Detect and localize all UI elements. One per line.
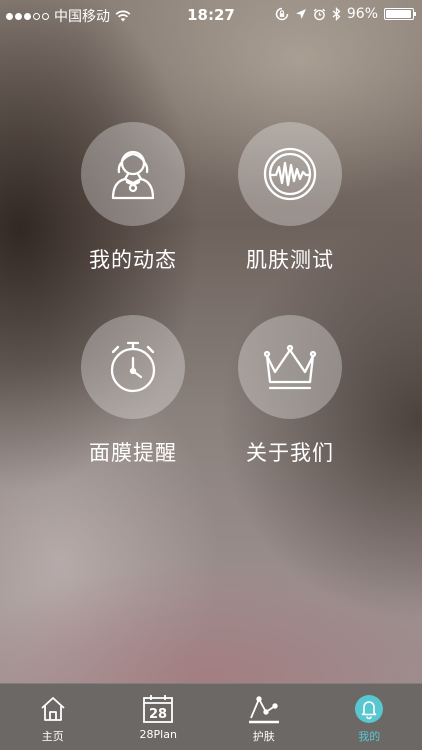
battery-percent: 96% <box>346 6 378 22</box>
tab-icon-wrap: 28 <box>142 692 174 726</box>
user-profile-icon <box>111 150 155 200</box>
battery-fill <box>386 10 411 18</box>
menu-circle[interactable] <box>238 315 342 419</box>
location-arrow-icon <box>295 9 306 19</box>
tab-icon-wrap <box>39 692 67 726</box>
notification-bell-icon <box>355 695 384 723</box>
crown-icon <box>263 344 317 390</box>
tab-home[interactable]: 主页 <box>0 684 106 750</box>
alarm-icon <box>313 8 326 20</box>
tab-label: 我的 <box>358 730 381 743</box>
menu-circle[interactable] <box>238 122 342 226</box>
status-right: 96% <box>275 6 416 22</box>
menu-item-skin-test[interactable]: 肌肤测试 <box>210 122 370 274</box>
tab-bar: 主页 28 28Plan 护肤 我的 <box>0 683 422 750</box>
battery-icon <box>384 8 416 20</box>
menu-label: 我的动态 <box>89 248 177 272</box>
menu-circle[interactable] <box>81 315 185 419</box>
home-icon <box>41 697 65 721</box>
status-bar: 中国移动 18:27 96% <box>0 0 422 30</box>
menu-label: 面膜提醒 <box>89 441 177 465</box>
menu-label: 肌肤测试 <box>246 248 334 272</box>
chart-line-icon <box>248 696 279 724</box>
tab-label: 护肤 <box>252 730 275 743</box>
tab-label: 28Plan <box>139 728 177 741</box>
calendar-day-number: 28 <box>149 707 167 722</box>
calendar-icon: 28 <box>143 695 174 723</box>
bluetooth-icon <box>332 7 341 21</box>
tab-skincare[interactable]: 护肤 <box>211 684 317 750</box>
rotation-lock-icon <box>275 7 289 21</box>
menu-item-mask-reminder[interactable]: 面膜提醒 <box>53 315 213 467</box>
menu-label: 关于我们 <box>246 441 334 465</box>
alarm-clock-icon <box>110 341 156 393</box>
tab-28plan[interactable]: 28 28Plan <box>106 684 212 750</box>
tab-icon-wrap <box>248 692 280 726</box>
tab-mine[interactable]: 我的 <box>317 684 422 750</box>
tab-icon-wrap <box>354 692 384 726</box>
menu-circle[interactable] <box>81 122 185 226</box>
tab-label: 主页 <box>41 730 64 743</box>
menu-item-about-us[interactable]: 关于我们 <box>210 315 370 467</box>
menu-item-my-activity[interactable]: 我的动态 <box>53 122 213 274</box>
waveform-icon <box>263 147 317 201</box>
